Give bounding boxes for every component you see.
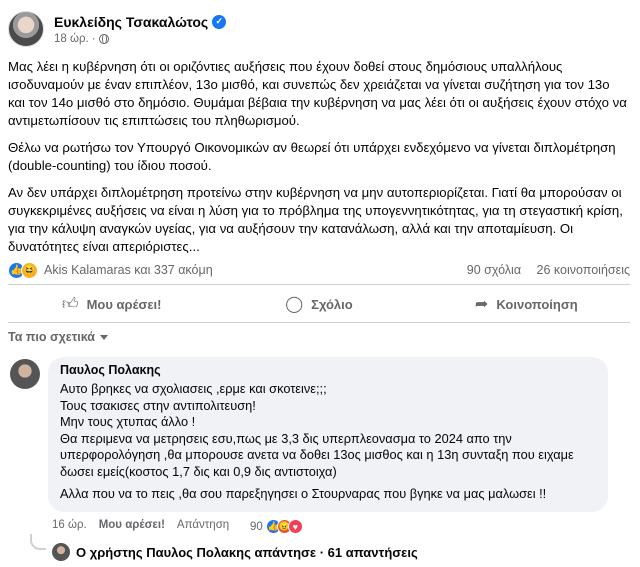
- comment-line: Θα περιμενα να μετρησεις εσυ,πως με 3,3 …: [60, 430, 574, 479]
- comment-sort-dropdown[interactable]: Τα πιο σχετικά: [8, 330, 108, 344]
- comment-line: Αυτο βρηκες να σχολιασεις ,ερμε και σκοτ…: [60, 381, 327, 396]
- love-reaction-icon: ♥: [287, 519, 303, 534]
- view-replies-link[interactable]: Ο χρήστης Παυλος Πολακης απάντησε · 61 α…: [52, 543, 418, 561]
- post-stats: 👍 😆 Akis Kalamaras και 337 ακόμη 90 σχόλ…: [8, 260, 630, 280]
- commenter-name[interactable]: Παυλος Πολακης: [60, 363, 596, 377]
- facebook-post: Ευκλείδης Τσακαλώτος ✓ 18 ώρ. · Μας λέει…: [0, 0, 640, 567]
- comment-like-button[interactable]: Μου αρέσει!: [99, 519, 165, 531]
- caret-down-icon: [100, 335, 108, 340]
- like-button-label: Μου αρέσει!: [86, 296, 162, 312]
- replies-summary: Ο χρήστης Παυλος Πολακης απάντησε · 61 α…: [76, 544, 418, 560]
- author-name[interactable]: Ευκλείδης Τσακαλώτος: [54, 14, 208, 30]
- comment-bubble: Παυλος Πολακης Αυτο βρηκες να σχολιασεις…: [48, 357, 608, 512]
- comment-actions: 16 ώρ. Μου αρέσει! Απάντηση: [52, 519, 229, 531]
- comment-text: Αυτο βρηκες να σχολιασεις ,ερμε και σκοτ…: [60, 381, 596, 503]
- divider: [8, 322, 630, 323]
- like-button[interactable]: 👍︎ Μου αρέσει!: [8, 288, 215, 320]
- verified-badge-icon: ✓: [212, 14, 227, 29]
- share-button[interactable]: ➦ Κοινοποίηση: [423, 288, 630, 320]
- share-button-label: Κοινοποίηση: [496, 296, 578, 312]
- post-paragraph: Μας λέει η κυβέρνηση ότι οι οριζόντιες α…: [8, 59, 627, 128]
- thumbs-up-icon: 👍︎: [61, 295, 79, 313]
- comment-line: Τους τσακισες στην αντιπολιτευση!: [60, 397, 256, 413]
- commenter-avatar[interactable]: [10, 359, 40, 389]
- comment-button-label: Σχόλιο: [311, 296, 353, 312]
- comment-sort-label: Τα πιο σχετικά: [8, 330, 95, 344]
- post-paragraph: Θέλω να ρωτήσω τον Υπουργό Οικονομικών α…: [8, 140, 616, 173]
- post-actions: 👍︎ Μου αρέσει! ◯ Σχόλιο ➦ Κοινοποίηση: [8, 288, 630, 320]
- speech-bubble-icon: ◯: [285, 296, 304, 313]
- reaction-summary[interactable]: 👍 😆 Akis Kalamaras και 337 ακόμη: [8, 261, 213, 279]
- comment-reactions-count: 90: [250, 520, 263, 533]
- comment-reactions[interactable]: 90 👍 😠 ♥: [250, 519, 303, 534]
- comment-button[interactable]: ◯ Σχόλιο: [215, 288, 422, 320]
- author-avatar[interactable]: [8, 11, 44, 47]
- globe-icon: [98, 33, 109, 44]
- reply-connector: [30, 534, 46, 550]
- post-paragraph: Αν δεν υπάρχει διπλομέτρηση προτείνω στη…: [8, 185, 623, 254]
- post-time[interactable]: 18 ώρ.: [54, 33, 89, 45]
- comment-time[interactable]: 16 ώρ.: [52, 519, 87, 531]
- divider: [8, 284, 630, 285]
- comment-line: Μην τους χτυπας άλλο !: [60, 414, 196, 429]
- comments-count[interactable]: 90 σχόλια: [467, 263, 521, 277]
- comment-reply-button[interactable]: Απάντηση: [177, 519, 229, 531]
- share-arrow-icon: ➦: [474, 296, 489, 313]
- comment-line: Αλλα που να το πεις ,θα σου παρεξηγησει …: [60, 486, 547, 501]
- post-body: Μας λέει η κυβέρνηση ότι οι οριζόντιες α…: [8, 58, 630, 265]
- replier-avatar: [52, 543, 70, 561]
- haha-reaction-icon: 😆: [21, 261, 38, 279]
- shares-count[interactable]: 26 κοινοποιήσεις: [537, 263, 630, 277]
- post-header: Ευκλείδης Τσακαλώτος ✓ 18 ώρ. ·: [8, 6, 227, 52]
- reaction-names[interactable]: Akis Kalamaras και 337 ακόμη: [44, 263, 213, 277]
